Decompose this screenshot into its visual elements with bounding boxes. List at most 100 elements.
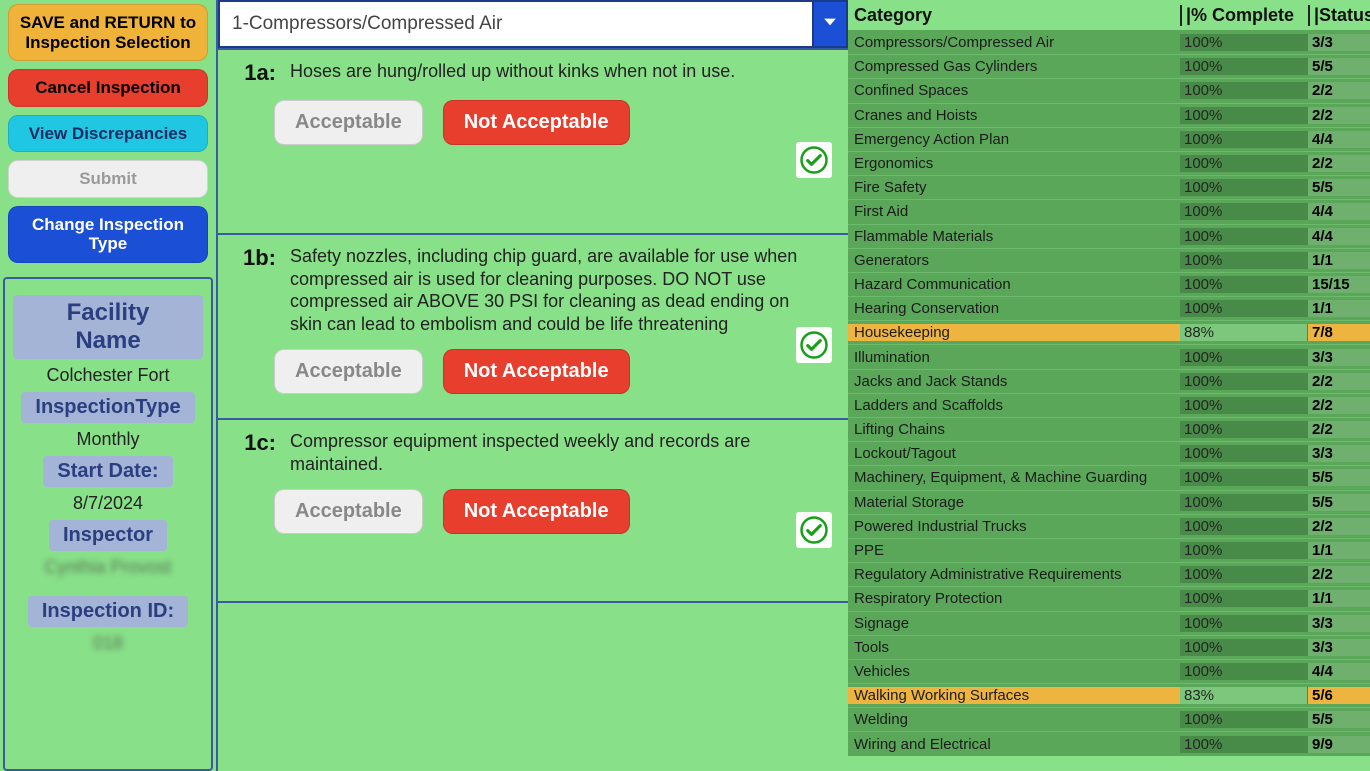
category-percent: 100% (1180, 252, 1308, 269)
category-row[interactable]: Tools100%3/3 (848, 635, 1370, 659)
category-name: Jacks and Jack Stands (848, 373, 1180, 390)
category-row[interactable]: Housekeeping88%7/8 (848, 320, 1370, 344)
category-name: Fire Safety (848, 179, 1180, 196)
acceptable-button[interactable]: Acceptable (274, 489, 423, 534)
category-row[interactable]: Vehicles100%4/4 (848, 659, 1370, 683)
start-date-value: 8/7/2024 (13, 493, 203, 514)
category-name: Hazard Communication (848, 276, 1180, 293)
question-row: 1a:Hoses are hung/rolled up without kink… (218, 48, 848, 233)
category-status: 4/4 (1308, 663, 1370, 680)
category-status: 4/4 (1308, 131, 1370, 148)
category-row[interactable]: Lifting Chains100%2/2 (848, 417, 1370, 441)
category-percent: 100% (1180, 566, 1308, 583)
category-row[interactable]: Machinery, Equipment, & Machine Guarding… (848, 465, 1370, 489)
category-name: Emergency Action Plan (848, 131, 1180, 148)
category-row[interactable]: Material Storage100%5/5 (848, 490, 1370, 514)
category-dropdown[interactable]: 1-Compressors/Compressed Air (218, 0, 812, 48)
inspector-value: Cynthia Provost (13, 557, 203, 578)
category-name: Generators (848, 252, 1180, 269)
category-percent: 100% (1180, 445, 1308, 462)
category-name: Lifting Chains (848, 421, 1180, 438)
category-row[interactable]: Powered Industrial Trucks100%2/2 (848, 514, 1370, 538)
category-row[interactable]: Confined Spaces100%2/2 (848, 78, 1370, 102)
inspection-type-label: InspectionType (21, 392, 194, 423)
category-percent: 100% (1180, 421, 1308, 438)
category-row[interactable]: Hazard Communication100%15/15 (848, 272, 1370, 296)
category-row[interactable]: Wiring and Electrical100%9/9 (848, 731, 1370, 755)
not-acceptable-button[interactable]: Not Acceptable (443, 489, 630, 534)
category-percent: 100% (1180, 34, 1308, 51)
category-row[interactable]: Flammable Materials100%4/4 (848, 224, 1370, 248)
category-status: 2/2 (1308, 397, 1370, 414)
category-percent: 100% (1180, 349, 1308, 366)
header-percent-complete: |% Complete (1180, 5, 1308, 26)
category-status: 2/2 (1308, 82, 1370, 99)
category-row[interactable]: Ergonomics100%2/2 (848, 151, 1370, 175)
category-name: Vehicles (848, 663, 1180, 680)
category-row[interactable]: Emergency Action Plan100%4/4 (848, 127, 1370, 151)
inspection-type-value: Monthly (13, 429, 203, 450)
category-name: Compressed Gas Cylinders (848, 58, 1180, 75)
category-row[interactable]: First Aid100%4/4 (848, 199, 1370, 223)
category-name: Regulatory Administrative Requirements (848, 566, 1180, 583)
category-name: Ladders and Scaffolds (848, 397, 1180, 414)
save-return-button[interactable]: SAVE and RETURN to Inspection Selection (8, 4, 208, 61)
category-percent: 88% (1180, 324, 1308, 341)
category-row[interactable]: Compressed Gas Cylinders100%5/5 (848, 54, 1370, 78)
header-status: |Status (1308, 5, 1370, 26)
not-acceptable-button[interactable]: Not Acceptable (443, 349, 630, 394)
category-status: 2/2 (1308, 107, 1370, 124)
category-status: 5/5 (1308, 711, 1370, 728)
category-row[interactable]: Generators100%1/1 (848, 248, 1370, 272)
category-row[interactable]: Jacks and Jack Stands100%2/2 (848, 369, 1370, 393)
category-name: Housekeeping (848, 324, 1180, 341)
not-acceptable-button[interactable]: Not Acceptable (443, 100, 630, 145)
acceptable-button[interactable]: Acceptable (274, 349, 423, 394)
category-name: Machinery, Equipment, & Machine Guarding (848, 469, 1180, 486)
category-row[interactable]: Lockout/Tagout100%3/3 (848, 441, 1370, 465)
category-name: First Aid (848, 203, 1180, 220)
category-row[interactable]: Illumination100%3/3 (848, 344, 1370, 368)
cancel-inspection-button[interactable]: Cancel Inspection (8, 69, 208, 107)
category-status: 1/1 (1308, 590, 1370, 607)
acceptable-button[interactable]: Acceptable (274, 100, 423, 145)
category-progress-panel: Category |% Complete |Status Compressors… (848, 0, 1370, 771)
category-status: 5/6 (1308, 687, 1370, 704)
category-status: 5/5 (1308, 469, 1370, 486)
category-status: 2/2 (1308, 518, 1370, 535)
question-number: 1a: (234, 60, 276, 86)
category-row[interactable]: Welding100%5/5 (848, 707, 1370, 731)
category-dropdown-caret[interactable] (812, 0, 848, 48)
category-row[interactable]: Ladders and Scaffolds100%2/2 (848, 393, 1370, 417)
start-date-label: Start Date: (43, 456, 172, 487)
category-status: 1/1 (1308, 252, 1370, 269)
category-row[interactable]: Regulatory Administrative Requirements10… (848, 562, 1370, 586)
question-number: 1b: (234, 245, 276, 335)
category-row[interactable]: Walking Working Surfaces83%5/6 (848, 683, 1370, 707)
category-percent: 100% (1180, 300, 1308, 317)
category-percent: 100% (1180, 663, 1308, 680)
change-inspection-type-button[interactable]: Change Inspection Type (8, 206, 208, 263)
category-percent: 100% (1180, 107, 1308, 124)
category-percent: 100% (1180, 615, 1308, 632)
chevron-down-icon (820, 12, 840, 37)
category-percent: 100% (1180, 58, 1308, 75)
category-row[interactable]: Fire Safety100%5/5 (848, 175, 1370, 199)
category-row[interactable]: PPE100%1/1 (848, 538, 1370, 562)
category-percent: 100% (1180, 155, 1308, 172)
view-discrepancies-button[interactable]: View Discrepancies (8, 115, 208, 153)
category-percent: 100% (1180, 373, 1308, 390)
category-row[interactable]: Respiratory Protection100%1/1 (848, 586, 1370, 610)
category-row[interactable]: Signage100%3/3 (848, 611, 1370, 635)
question-number: 1c: (234, 430, 276, 475)
category-percent: 100% (1180, 494, 1308, 511)
category-name: Walking Working Surfaces (848, 687, 1180, 704)
category-row[interactable]: Hearing Conservation100%1/1 (848, 296, 1370, 320)
category-row[interactable]: Compressors/Compressed Air100%3/3 (848, 30, 1370, 54)
questions-panel: 1-Compressors/Compressed Air 1a:Hoses ar… (216, 0, 848, 771)
category-percent: 100% (1180, 542, 1308, 559)
category-row[interactable]: Cranes and Hoists100%2/2 (848, 103, 1370, 127)
submit-button[interactable]: Submit (8, 160, 208, 198)
header-category: Category (848, 5, 1180, 26)
category-percent: 100% (1180, 131, 1308, 148)
